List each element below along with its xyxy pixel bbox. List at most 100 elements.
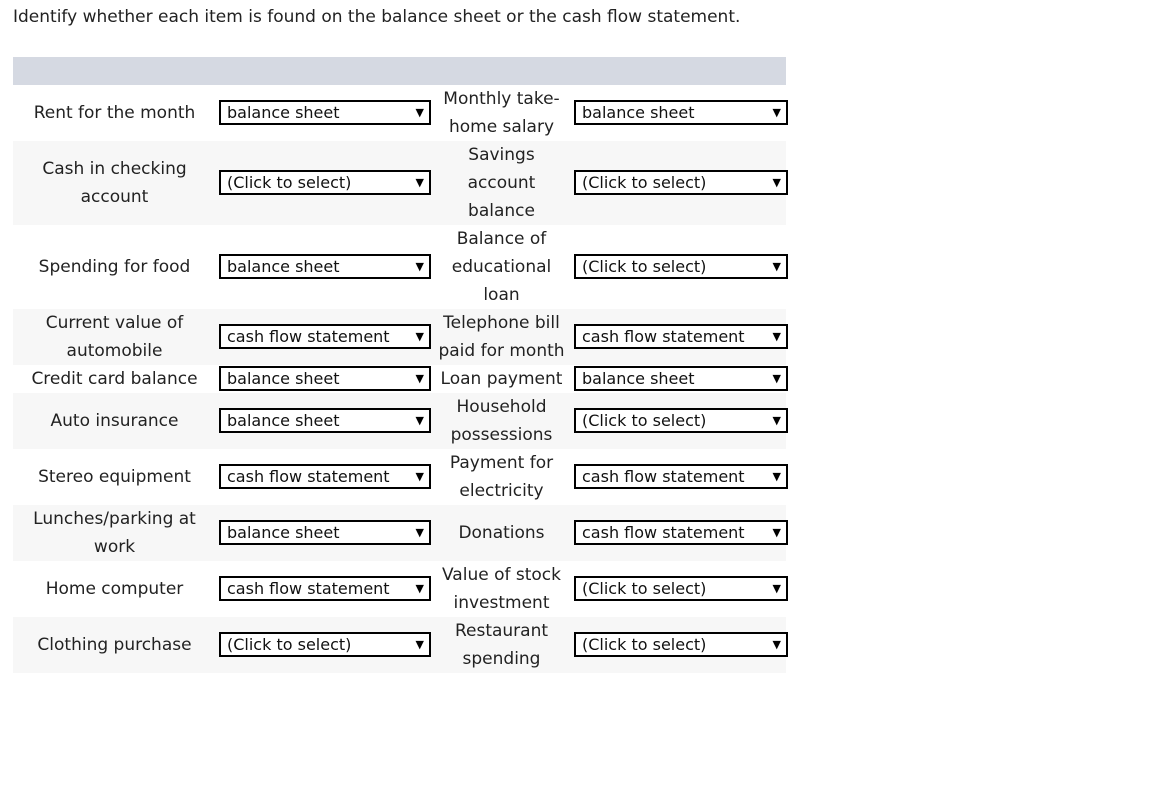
classification-table: Rent for the month balance sheet ▼ Monthly … [13, 57, 788, 673]
answer-select-left[interactable]: balance sheet ▼ [219, 100, 431, 125]
page-root: Identify whether each item is found on t… [0, 0, 1152, 798]
chevron-down-icon: ▼ [772, 176, 781, 189]
answer-select-left[interactable]: balance sheet ▼ [219, 254, 431, 279]
chevron-down-icon: ▼ [415, 526, 424, 539]
answer-select-left[interactable]: balance sheet ▼ [219, 408, 431, 433]
chevron-down-icon: ▼ [772, 330, 781, 343]
answer-select-left[interactable]: (Click to select) ▼ [219, 632, 431, 657]
answer-cell-left: cash flow statement ▼ [216, 561, 431, 617]
answer-select-right-value: (Click to select) [582, 411, 707, 430]
answer-cell-left: balance sheet ▼ [216, 365, 431, 393]
answer-cell-right: (Click to select) ▼ [572, 393, 788, 449]
answer-select-right[interactable]: (Click to select) ▼ [574, 632, 788, 657]
chevron-down-icon: ▼ [415, 470, 424, 483]
answer-select-right[interactable]: (Click to select) ▼ [574, 254, 788, 279]
answer-cell-left: cash flow statement ▼ [216, 449, 431, 505]
answer-cell-left: balance sheet ▼ [216, 85, 431, 141]
page-instruction: Identify whether each item is found on t… [13, 7, 741, 27]
chevron-down-icon: ▼ [772, 372, 781, 385]
item-label-right: Donations [458, 523, 545, 543]
answer-select-right-value: cash flow statement [582, 467, 745, 486]
answer-cell-right: balance sheet ▼ [572, 85, 788, 141]
answer-cell-right: (Click to select) ▼ [572, 617, 788, 673]
chevron-down-icon: ▼ [415, 106, 424, 119]
table-row: Stereo equipment cash flow statement ▼ Paym… [13, 449, 788, 505]
item-label-right: Savings account balance [467, 145, 536, 221]
answer-select-right[interactable]: (Click to select) ▼ [574, 408, 788, 433]
chevron-down-icon: ▼ [772, 526, 781, 539]
answer-cell-left: balance sheet ▼ [216, 505, 431, 561]
answer-select-left-value: balance sheet [227, 103, 340, 122]
answer-select-left[interactable]: balance sheet ▼ [219, 366, 431, 391]
item-label-left: Current value of automobile [45, 313, 184, 361]
header-cell-item-left [13, 57, 216, 85]
table-row: Credit card balance balance sheet ▼ Loan pa… [13, 365, 788, 393]
answer-cell-right: (Click to select) ▼ [572, 225, 788, 309]
item-label-left: Lunches/parking at work [33, 509, 196, 557]
item-label-right: Household possessions [450, 397, 553, 445]
answer-select-right-value: cash flow statement [582, 523, 745, 542]
table-header-row [13, 57, 786, 85]
table-row: Auto insurance balance sheet ▼ Household po… [13, 393, 788, 449]
answer-cell-right: (Click to select) ▼ [572, 561, 788, 617]
answer-select-left-value: balance sheet [227, 523, 340, 542]
answer-cell-right: cash flow statement ▼ [572, 309, 788, 365]
header-cell-item-right [431, 57, 572, 85]
table-row: Cash in checking account (Click to select… [13, 141, 788, 225]
item-label-left: Clothing purchase [37, 635, 192, 655]
chevron-down-icon: ▼ [772, 414, 781, 427]
table-row: Spending for food balance sheet ▼ Balance o… [13, 225, 788, 309]
table-row: Home computer cash flow statement ▼ Value o… [13, 561, 788, 617]
answer-select-right[interactable]: cash flow statement ▼ [574, 520, 788, 545]
answer-cell-right: cash flow statement ▼ [572, 449, 788, 505]
chevron-down-icon: ▼ [772, 638, 781, 651]
item-label-left: Rent for the month [33, 103, 196, 123]
table-row: Lunches/parking at work balance sheet ▼ Don… [13, 505, 788, 561]
answer-select-left-value: (Click to select) [227, 173, 352, 192]
answer-cell-left: (Click to select) ▼ [216, 617, 431, 673]
item-label-right: Loan payment [440, 369, 563, 389]
answer-select-left-value: cash flow statement [227, 579, 390, 598]
answer-select-left-value: cash flow statement [227, 327, 390, 346]
item-label-left: Credit card balance [31, 369, 198, 389]
chevron-down-icon: ▼ [415, 414, 424, 427]
table-row: Clothing purchase (Click to select) ▼ Resta… [13, 617, 788, 673]
answer-select-left[interactable]: balance sheet ▼ [219, 520, 431, 545]
chevron-down-icon: ▼ [415, 260, 424, 273]
answer-select-left[interactable]: cash flow statement ▼ [219, 464, 431, 489]
answer-cell-right: (Click to select) ▼ [572, 141, 788, 225]
chevron-down-icon: ▼ [772, 106, 781, 119]
chevron-down-icon: ▼ [415, 582, 424, 595]
answer-select-left-value: balance sheet [227, 369, 340, 388]
answer-select-left[interactable]: cash flow statement ▼ [219, 324, 431, 349]
chevron-down-icon: ▼ [415, 330, 424, 343]
answer-select-right[interactable]: cash flow statement ▼ [574, 324, 788, 349]
answer-select-left-value: balance sheet [227, 411, 340, 430]
answer-select-right[interactable]: balance sheet ▼ [574, 100, 788, 125]
answer-select-left[interactable]: cash flow statement ▼ [219, 576, 431, 601]
answer-cell-left: balance sheet ▼ [216, 225, 431, 309]
table-head [13, 57, 786, 85]
answer-select-right-value: cash flow statement [582, 327, 745, 346]
answer-select-right[interactable]: (Click to select) ▼ [574, 170, 788, 195]
chevron-down-icon: ▼ [415, 372, 424, 385]
chevron-down-icon: ▼ [772, 582, 781, 595]
answer-cell-left: cash flow statement ▼ [216, 309, 431, 365]
answer-select-right-value: (Click to select) [582, 635, 707, 654]
answer-select-right[interactable]: cash flow statement ▼ [574, 464, 788, 489]
item-label-right: Payment for electricity [449, 453, 554, 501]
item-label-left: Stereo equipment [38, 467, 191, 487]
table-row: Rent for the month balance sheet ▼ Monthly … [13, 85, 788, 141]
answer-select-left[interactable]: (Click to select) ▼ [219, 170, 431, 195]
answer-select-right-value: (Click to select) [582, 173, 707, 192]
item-label-right: Balance of educational loan [451, 229, 552, 305]
table-body: Rent for the month balance sheet ▼ Monthly … [13, 85, 788, 673]
answer-select-right[interactable]: (Click to select) ▼ [574, 576, 788, 601]
item-label-right: Monthly take-home salary [443, 89, 560, 137]
answer-cell-right: balance sheet ▼ [572, 365, 788, 393]
answer-select-right-value: (Click to select) [582, 579, 707, 598]
answer-select-right[interactable]: balance sheet ▼ [574, 366, 788, 391]
answer-select-left-value: (Click to select) [227, 635, 352, 654]
item-label-left: Cash in checking account [42, 159, 187, 207]
chevron-down-icon: ▼ [772, 260, 781, 273]
